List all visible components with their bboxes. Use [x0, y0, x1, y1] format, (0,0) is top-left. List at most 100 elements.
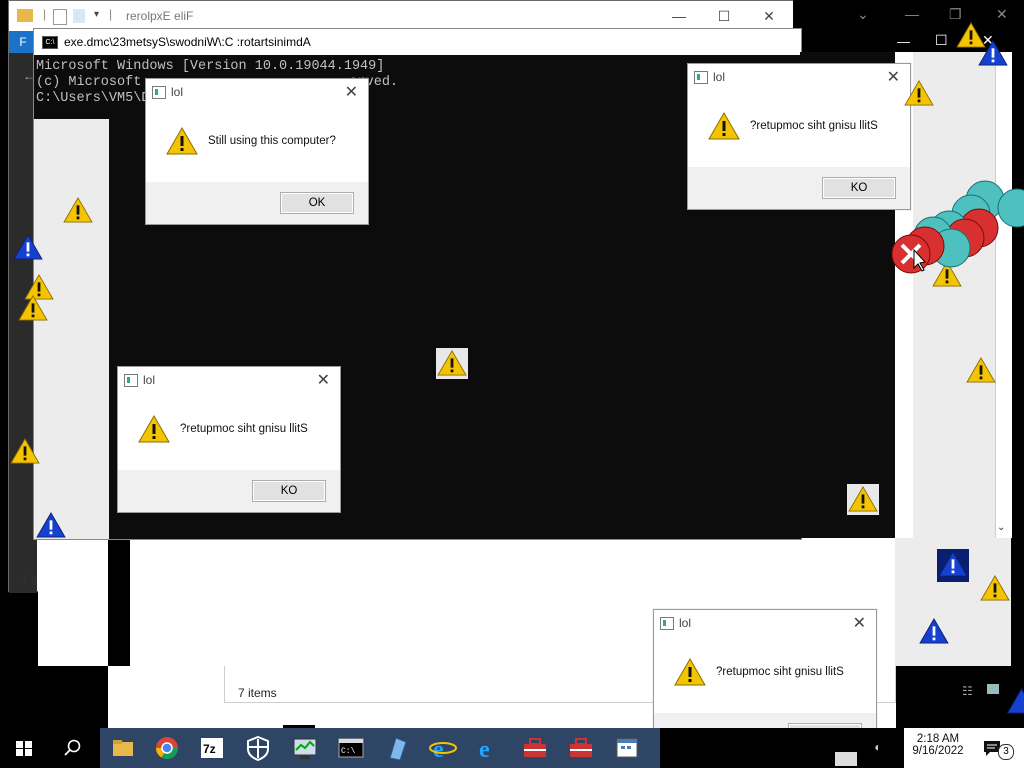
warning-icon [63, 197, 93, 223]
separator: | [43, 7, 47, 21]
explorer-titlebar[interactable]: | ▾ | rerolpxE eliF — ☐ ✕ [9, 1, 794, 31]
svg-text:C:\: C:\ [341, 747, 356, 756]
details-view-icon[interactable]: ☷ [962, 684, 973, 698]
chevron-down-icon[interactable]: ⌄ [857, 6, 869, 23]
scrollbar[interactable] [995, 52, 1012, 538]
dialog-close-button[interactable]: ✕ [317, 370, 330, 390]
app-icon [660, 617, 674, 630]
info-triangle-icon [978, 40, 1008, 66]
clock-time: 2:18 AM [916, 733, 960, 745]
internet-explorer-pin[interactable]: e [428, 734, 458, 763]
quick-access-dropdown-icon[interactable]: ▾ [94, 9, 99, 20]
start-button[interactable] [0, 728, 48, 768]
dialog-footer: KO [688, 167, 910, 209]
action-center-button[interactable]: 3 [972, 728, 1024, 768]
dialog-close-button[interactable]: ✕ [853, 613, 866, 633]
search-button[interactable] [48, 728, 96, 768]
cmd-icon: C:\ [42, 35, 58, 49]
warning-icon [166, 127, 198, 155]
speaker-icon[interactable]: ◖ [873, 740, 880, 754]
toolbox-2-pin[interactable] [566, 734, 596, 762]
info-triangle-icon [919, 618, 949, 644]
warning-icon [708, 112, 740, 140]
dialog-body: ?retupmoc siht gnisu llitS [688, 90, 910, 166]
svg-text:e: e [433, 737, 444, 762]
warning-icon [674, 658, 706, 686]
clock-date: 9/16/2022 [912, 745, 964, 757]
dialog-footer: KO [118, 470, 340, 512]
dialog-titlebar[interactable]: lol ✕ [688, 64, 910, 90]
dialog-message: ?retupmoc siht gnisu llitS [180, 423, 308, 435]
taskbar-pinned-apps: 7z C:\ e e [100, 728, 660, 768]
ko-button[interactable]: KO [252, 480, 326, 502]
info-triangle-icon [13, 234, 43, 260]
dialog-close-button[interactable]: ✕ [887, 67, 900, 87]
explorer-close-button[interactable]: ✕ [749, 5, 789, 27]
window-artifact [34, 119, 109, 539]
dialog-still-using: lol ✕ Still using this computer? OK [145, 78, 369, 225]
warning-icon [10, 438, 40, 464]
cmd-pin[interactable]: C:\ [336, 734, 366, 762]
cmd-minimize-button[interactable]: — [897, 34, 910, 49]
dialog-reversed-2: lol ✕ ?retupmoc siht gnisu llitS KO [117, 366, 341, 513]
warning-icon [848, 486, 878, 512]
toolbox-pin[interactable] [520, 734, 550, 762]
dialog-body: Still using this computer? [146, 105, 368, 181]
bg-restore-button[interactable]: ❐ [949, 6, 962, 23]
new-folder-icon[interactable] [73, 9, 85, 23]
dialog-message: ?retupmoc siht gnisu llitS [750, 120, 878, 132]
windows-logo-icon [16, 741, 32, 756]
cmd-titlebar[interactable]: C:\ exe.dmc\23metsyS\swodniW\:C :rotarts… [34, 29, 801, 55]
dialog-reversed-1: lol ✕ ?retupmoc siht gnisu llitS KO [687, 63, 911, 210]
explorer-maximize-button[interactable]: ☐ [704, 5, 744, 27]
dialog-footer: OK [146, 182, 368, 224]
tray-icon[interactable] [835, 752, 857, 766]
app-icon [694, 71, 708, 84]
window-artifact [108, 666, 224, 728]
dialog-titlebar[interactable]: lol ✕ [654, 610, 876, 636]
bg-close-button[interactable]: ✕ [996, 6, 1008, 23]
calendar-pin[interactable] [612, 734, 642, 762]
edge-pin[interactable]: e [474, 734, 504, 763]
explorer-minimize-button[interactable]: — [659, 5, 699, 27]
dialog-message: ?retupmoc siht gnisu llitS [716, 666, 844, 678]
taskbar-clock[interactable]: 2:18 AM 9/16/2022 [904, 728, 972, 768]
notification-count-badge: 3 [998, 744, 1014, 760]
explorer-status: 7 it [21, 573, 38, 587]
dialog-body: ?retupmoc siht gnisu llitS [654, 636, 876, 712]
window-artifact [895, 538, 913, 666]
file-explorer-pin[interactable] [108, 734, 138, 762]
console-line: Microsoft Windows [Version 10.0.19044.19… [36, 59, 385, 74]
warning-icon [437, 350, 467, 376]
cmd-maximize-button[interactable]: ☐ [935, 32, 948, 49]
security-pin[interactable] [243, 734, 273, 762]
dialog-title: lol [171, 85, 184, 99]
dialog-close-button[interactable]: ✕ [345, 82, 358, 102]
window-artifact [913, 52, 995, 538]
explorer-title: rerolpxE eliF [126, 9, 194, 23]
large-icons-view-icon[interactable] [987, 684, 999, 694]
chrome-pin[interactable] [152, 734, 182, 762]
svg-text:e: e [479, 737, 490, 762]
dialog-titlebar[interactable]: lol ✕ [118, 367, 340, 393]
cmd-title: exe.dmc\23metsyS\swodniW\:C :rotartsinim… [64, 35, 311, 49]
active-indicator [283, 725, 315, 728]
warning-icon [904, 80, 934, 106]
info-triangle-icon [938, 551, 968, 577]
ok-button[interactable]: OK [280, 192, 354, 214]
bg-minimize-button[interactable]: — [905, 6, 919, 22]
warning-icon [980, 575, 1010, 601]
warning-icon [138, 415, 170, 443]
app-icon [152, 86, 166, 99]
properties-icon[interactable] [53, 9, 67, 25]
ko-button[interactable]: KO [822, 177, 896, 199]
info-triangle-icon [36, 512, 66, 538]
task-manager-pin[interactable] [290, 734, 320, 762]
explorer2-status: 7 items [238, 686, 277, 700]
dialog-title: lol [143, 373, 156, 387]
dialog-titlebar[interactable]: lol ✕ [146, 79, 368, 105]
notepad-pin[interactable] [382, 734, 412, 762]
7zip-pin[interactable]: 7z [197, 734, 227, 762]
window-artifact [108, 538, 130, 666]
scroll-down-icon[interactable]: ⌄ [997, 522, 1005, 533]
